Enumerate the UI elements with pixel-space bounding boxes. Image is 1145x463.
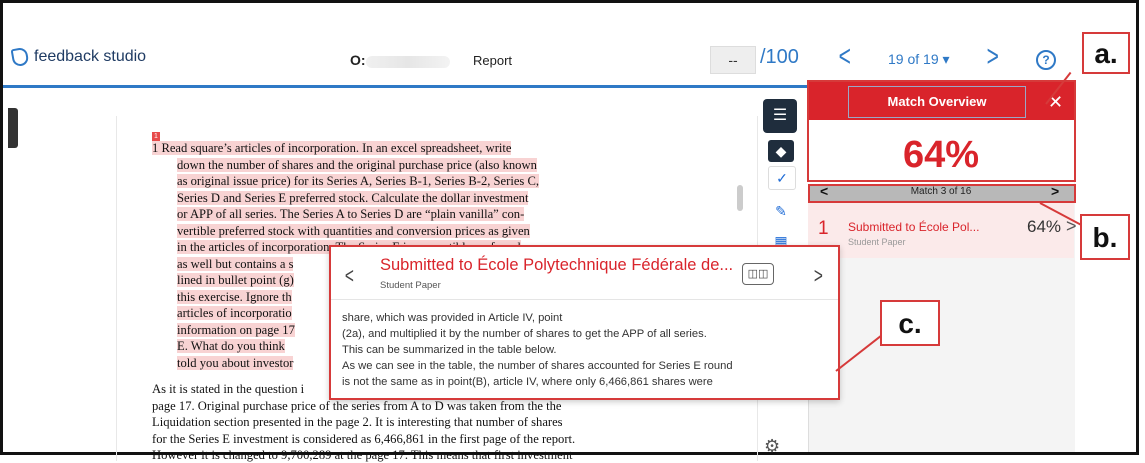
popup-text-line: This can be summarized in the table belo… xyxy=(342,344,557,356)
app-logo[interactable]: feedback studio xyxy=(10,46,147,68)
feedback-studio-icon xyxy=(10,46,30,68)
doc-line: this exercise. Ignore th xyxy=(177,289,292,304)
help-icon[interactable]: ? xyxy=(1036,50,1056,70)
doc-line: as original issue price) for its Series … xyxy=(177,174,540,188)
top-bar xyxy=(3,3,1136,83)
annotation-label-c: c. xyxy=(880,300,940,346)
side-by-side-icon[interactable]: ◫◫ xyxy=(742,263,774,285)
doc-line: articles of incorporatio xyxy=(177,306,292,320)
doc-line: Series D and Series E preferred stock. C… xyxy=(177,190,529,205)
doc-line: told you about investor xyxy=(177,355,294,370)
popup-text-line: is not the same as in point(B), article … xyxy=(342,376,713,388)
doc-line: E. What do you think xyxy=(177,339,285,353)
student-name: O: xyxy=(350,52,366,68)
paper-pager-dropdown[interactable]: 19 of 19 ▾ xyxy=(888,51,950,68)
annotation-box-a xyxy=(807,80,1076,182)
side-panel-toggle[interactable] xyxy=(8,108,18,148)
grade-max: /100 xyxy=(760,46,799,68)
redacted-student-name xyxy=(366,56,450,68)
source-percent: 64% xyxy=(1027,217,1062,236)
doc-line: As it is stated in the question i xyxy=(152,382,305,396)
popup-next-button[interactable]: > xyxy=(814,263,823,289)
layers-icon[interactable]: ☰ xyxy=(763,99,797,133)
doc-line: as well but contains a s xyxy=(177,256,294,271)
doc-line: Liquidation section presented in the pag… xyxy=(152,415,563,429)
layers-small-icon[interactable]: ◆ xyxy=(768,140,794,162)
source-number: 1 xyxy=(818,218,829,239)
annotation-label-a: a. xyxy=(1082,32,1130,74)
doc-line: for the Series E investment is considere… xyxy=(152,431,576,446)
edit-icon[interactable]: ✎ xyxy=(768,200,794,222)
doc-line: lined in bullet point (g) xyxy=(177,273,294,287)
grade-input[interactable]: -- xyxy=(710,46,756,74)
popup-source-type: Student Paper xyxy=(380,280,441,291)
header-divider xyxy=(3,85,809,88)
next-paper-button[interactable]: > xyxy=(987,42,999,72)
doc-line: vertible preferred stock with quantities… xyxy=(177,223,530,238)
doc-line: However it is changed to 9,700,289 at th… xyxy=(152,448,573,462)
popup-text-line: As we can see in the table, the number o… xyxy=(342,360,733,372)
popup-text-line: share, which was provided in Article IV,… xyxy=(342,312,563,324)
source-name: Submitted to École Pol... xyxy=(848,220,980,234)
doc-line: or APP of all series. The Series A to Se… xyxy=(177,207,525,221)
document-scrollbar[interactable] xyxy=(737,185,743,211)
annotation-label-b: b. xyxy=(1080,214,1130,260)
popup-source-title: Submitted to École Polytechnique Fédéral… xyxy=(380,256,734,274)
checkmark-icon[interactable]: ✓ xyxy=(768,166,796,190)
app-name: feedback studio xyxy=(34,48,147,65)
doc-line: down the number of shares and the origin… xyxy=(177,157,537,172)
source-type: Student Paper xyxy=(848,237,906,247)
popup-previous-button[interactable]: < xyxy=(345,263,354,289)
report-title: Report xyxy=(473,53,513,68)
previous-paper-button[interactable]: < xyxy=(839,42,851,72)
doc-line: page 17. Original purchase price of the … xyxy=(152,398,562,413)
gear-icon[interactable]: ⚙ xyxy=(764,436,780,457)
doc-line: information on page 17 xyxy=(177,322,295,337)
popup-text-line: (2a), and multiplied it by the number of… xyxy=(342,328,707,340)
doc-line: 1 Read square’s articles of incorporatio… xyxy=(152,141,512,155)
annotation-box-b xyxy=(808,184,1076,203)
popup-match-text: share, which was provided in Article IV,… xyxy=(342,310,812,390)
